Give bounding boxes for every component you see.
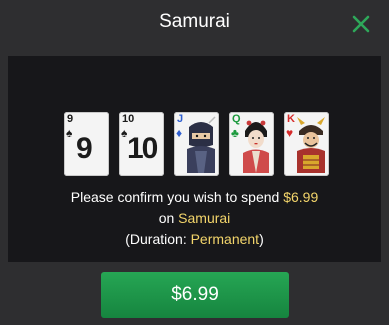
card-rank-large: 10 xyxy=(127,132,158,165)
close-button[interactable] xyxy=(346,9,376,39)
card-10-spades: 10 ♠ 10 xyxy=(119,112,164,176)
samurai-portrait-icon xyxy=(297,117,325,173)
message-text: on xyxy=(158,210,179,226)
item-name-text: Samurai xyxy=(178,210,231,226)
card-rank: 10 xyxy=(122,113,135,125)
message-line-1: Please confirm you wish to spend $6.99 xyxy=(8,187,381,208)
message-line-3: (Duration: Permanent) xyxy=(8,229,381,250)
message-text: Please confirm you wish to spend xyxy=(70,189,284,205)
message-text: (Duration: xyxy=(125,231,191,247)
dialog-header: Samurai xyxy=(0,0,389,50)
card-9-spades: 9 ♠ 9 xyxy=(64,112,109,176)
diamond-icon: ♦ xyxy=(176,126,183,140)
card-rank: J xyxy=(177,113,184,125)
card-k-hearts: K ♥ xyxy=(284,112,329,176)
message-line-2: on Samurai xyxy=(8,208,381,229)
duration-text: Permanent xyxy=(190,231,260,247)
card-rank: K xyxy=(287,113,295,125)
geisha-portrait-icon xyxy=(243,120,269,173)
card-rank: 9 xyxy=(67,113,74,125)
purchase-dialog: Samurai 9 ♠ 9 10 ♠ 10 J ♦ Q ♣ K ♥ Please… xyxy=(0,0,389,325)
spade-icon: ♠ xyxy=(66,126,73,140)
card-j-diamonds: J ♦ xyxy=(174,112,219,176)
message-text: ) xyxy=(259,231,264,247)
card-deck-preview: 9 ♠ 9 10 ♠ 10 J ♦ Q ♣ K ♥ xyxy=(64,112,329,176)
close-x-icon xyxy=(352,15,370,33)
card-rank-large: 9 xyxy=(76,132,93,165)
content-panel: 9 ♠ 9 10 ♠ 10 J ♦ Q ♣ K ♥ Please confirm… xyxy=(8,56,381,262)
buy-button[interactable]: $6.99 xyxy=(101,272,289,318)
club-icon: ♣ xyxy=(231,126,239,140)
dialog-title: Samurai xyxy=(159,11,230,32)
ninja-portrait-icon xyxy=(187,116,216,173)
heart-icon: ♥ xyxy=(286,126,294,140)
card-q-clubs: Q ♣ xyxy=(229,112,274,176)
price-text: $6.99 xyxy=(283,189,319,205)
confirmation-message: Please confirm you wish to spend $6.99 o… xyxy=(8,187,381,250)
